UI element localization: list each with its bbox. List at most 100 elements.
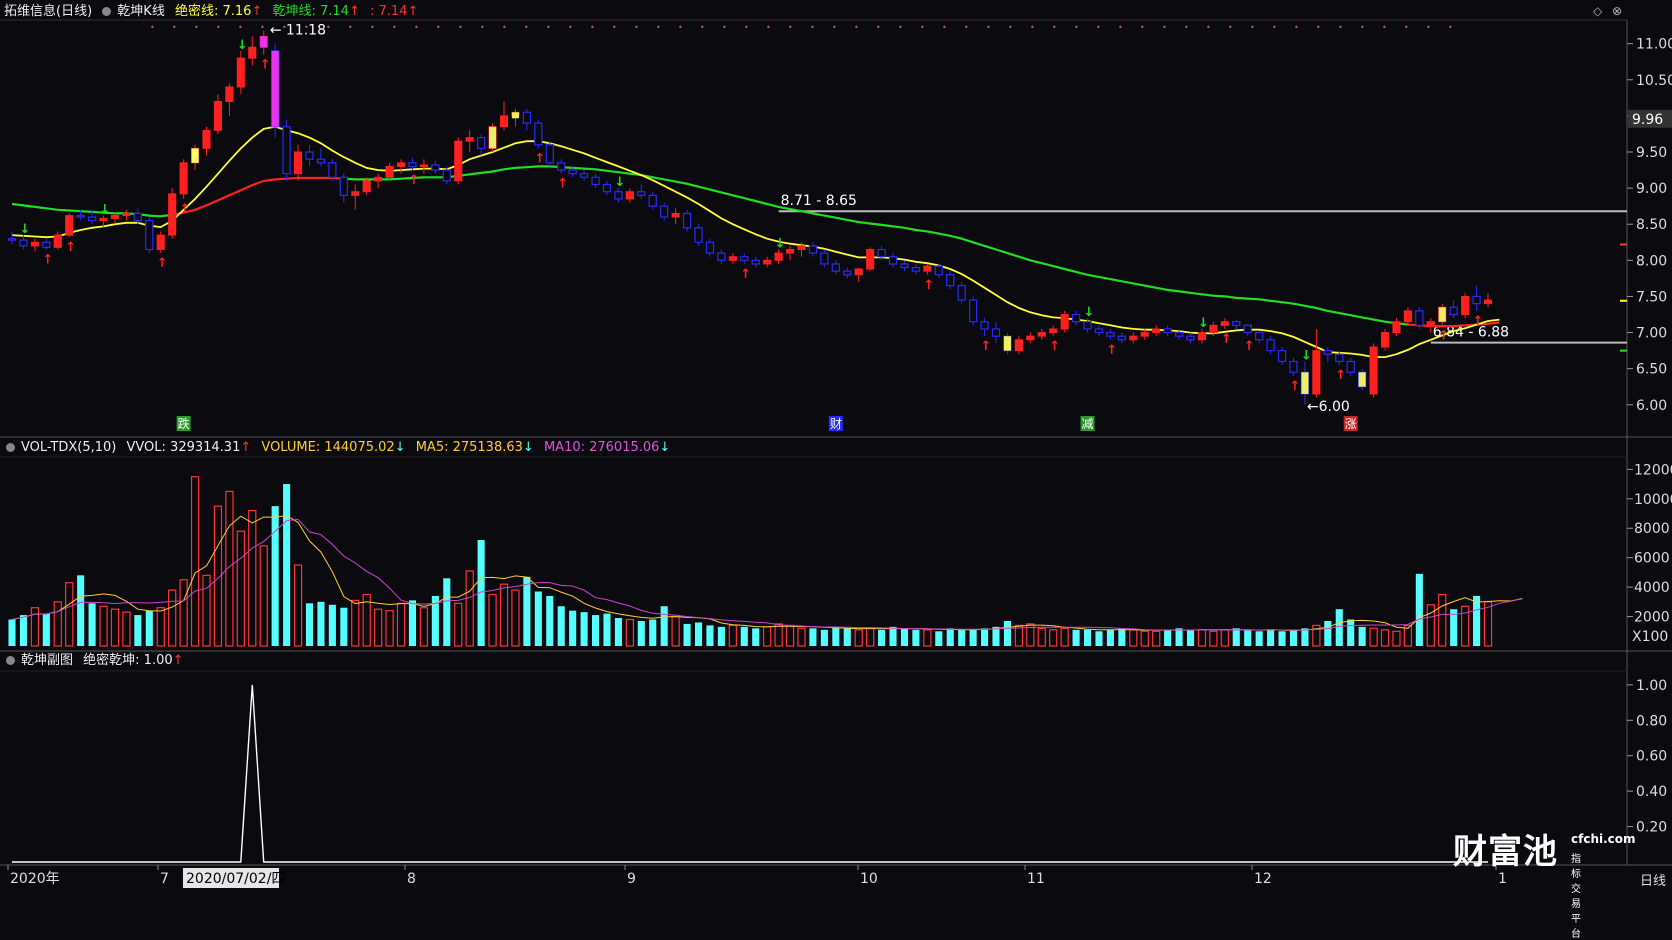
candle-body [19, 239, 28, 247]
indicator-name[interactable]: 乾坤K线 [117, 4, 165, 19]
candle-body [339, 176, 348, 196]
volume-bar [8, 619, 16, 646]
candle-body [1243, 324, 1252, 334]
line2-value: 乾坤线: 7.14↑ [272, 4, 360, 19]
candle-body [1117, 335, 1127, 341]
candle-body [614, 191, 623, 200]
buy-arrow: ↑ [1473, 314, 1484, 329]
candle-body [1449, 306, 1458, 316]
volume-bar [1289, 629, 1298, 646]
event-label: 减 [1082, 417, 1094, 431]
candle-body [1232, 321, 1241, 326]
sub-indicator-name[interactable]: 乾坤副图 [21, 653, 73, 668]
volume-bar [569, 610, 577, 646]
price-tick-label: 6.50 [1636, 362, 1667, 378]
candle-body [866, 249, 875, 270]
candle-body [705, 241, 715, 254]
candle-body [1094, 328, 1104, 334]
time-tick-label: 11 [1027, 871, 1045, 887]
candle-body [99, 217, 108, 222]
close-icon[interactable]: ⊗ [1612, 4, 1622, 18]
top-marker: • [524, 23, 529, 32]
highlight-candle [489, 126, 497, 149]
candle-body [1060, 314, 1069, 330]
buy-arrow: ↑ [1244, 339, 1255, 354]
top-marker: • [898, 23, 903, 32]
top-marker: • [986, 23, 991, 32]
candle-body [305, 151, 314, 160]
ma5-value: MA5: 275138.63↓ [415, 440, 534, 455]
volume-tick-label: 2000 [1634, 610, 1670, 626]
candle-body [225, 86, 234, 102]
volume-bar [958, 629, 966, 646]
top-marker: • [260, 23, 265, 32]
top-marker: • [502, 23, 507, 32]
candle-body [717, 252, 726, 261]
volume-bar [134, 615, 142, 646]
buy-arrow: ↑ [1106, 343, 1117, 358]
volume-bar [683, 623, 691, 646]
diamond-icon[interactable]: ◇ [1593, 4, 1602, 18]
buy-arrow: ↑ [1335, 368, 1346, 383]
candle-body [1323, 350, 1332, 355]
candle-body [1335, 353, 1344, 363]
time-tick-label: 10 [860, 871, 878, 887]
top-marker: • [172, 23, 177, 32]
candle-body [1369, 346, 1378, 395]
sub-settings-icon[interactable] [6, 656, 15, 665]
candle-body [946, 274, 955, 287]
top-marker: • [238, 23, 243, 32]
volume-bar [912, 629, 920, 646]
candle-body [797, 245, 806, 250]
top-marker: • [1228, 23, 1233, 32]
top-marker: • [722, 23, 727, 32]
volume-bar [1083, 629, 1092, 646]
volume-bar [981, 628, 989, 646]
volume-bar [1003, 620, 1011, 646]
candle-body [202, 129, 211, 149]
volume-bar [557, 606, 565, 646]
indicator-settings-icon[interactable] [102, 7, 112, 16]
top-marker: • [1426, 23, 1431, 32]
highlight-candle [191, 148, 199, 163]
candle-body [671, 212, 680, 218]
sell-arrow: ↓ [237, 38, 248, 53]
volume-bar [591, 615, 600, 646]
candle-body [568, 169, 577, 175]
sell-arrow: ↓ [1084, 305, 1095, 320]
volume-bar [523, 576, 531, 646]
volume-indicator-name[interactable]: VOL-TDX(5,10) [21, 440, 116, 455]
candle-body [591, 176, 600, 186]
event-label: 财 [830, 417, 842, 431]
sub-tick-label: 0.60 [1636, 749, 1667, 765]
volume-bar [603, 613, 611, 646]
buy-arrow: ↑ [557, 177, 568, 192]
price-tick-label: 9.00 [1636, 181, 1667, 197]
top-marker: • [1272, 23, 1277, 32]
buy-arrow: ↑ [1289, 379, 1300, 394]
volume-bar [328, 604, 336, 646]
candle-body [179, 162, 188, 195]
candle-body [499, 115, 509, 128]
price-tick-label: 6.00 [1636, 398, 1667, 414]
top-marker: • [216, 23, 221, 32]
top-marker: • [546, 23, 551, 32]
top-marker: • [326, 23, 331, 32]
volume-bar [1473, 595, 1481, 646]
candle-body [934, 265, 943, 276]
candle-body [820, 252, 829, 265]
candle-body [1266, 339, 1275, 352]
sell-arrow: ↓ [614, 175, 625, 190]
buy-arrow: ↑ [42, 253, 53, 268]
candle-body [682, 212, 692, 229]
timeframe-label[interactable]: 日线 [1640, 870, 1666, 889]
buy-arrow: ↑ [260, 58, 271, 73]
top-marker: • [194, 23, 199, 32]
top-marker: • [436, 23, 441, 32]
time-tick-label: 8 [407, 871, 416, 887]
top-marker: • [1448, 23, 1453, 32]
candle-body [431, 164, 440, 171]
volume-tick-label: 8000 [1634, 521, 1670, 537]
candle-body [1037, 332, 1046, 337]
volume-settings-icon[interactable] [6, 443, 15, 452]
